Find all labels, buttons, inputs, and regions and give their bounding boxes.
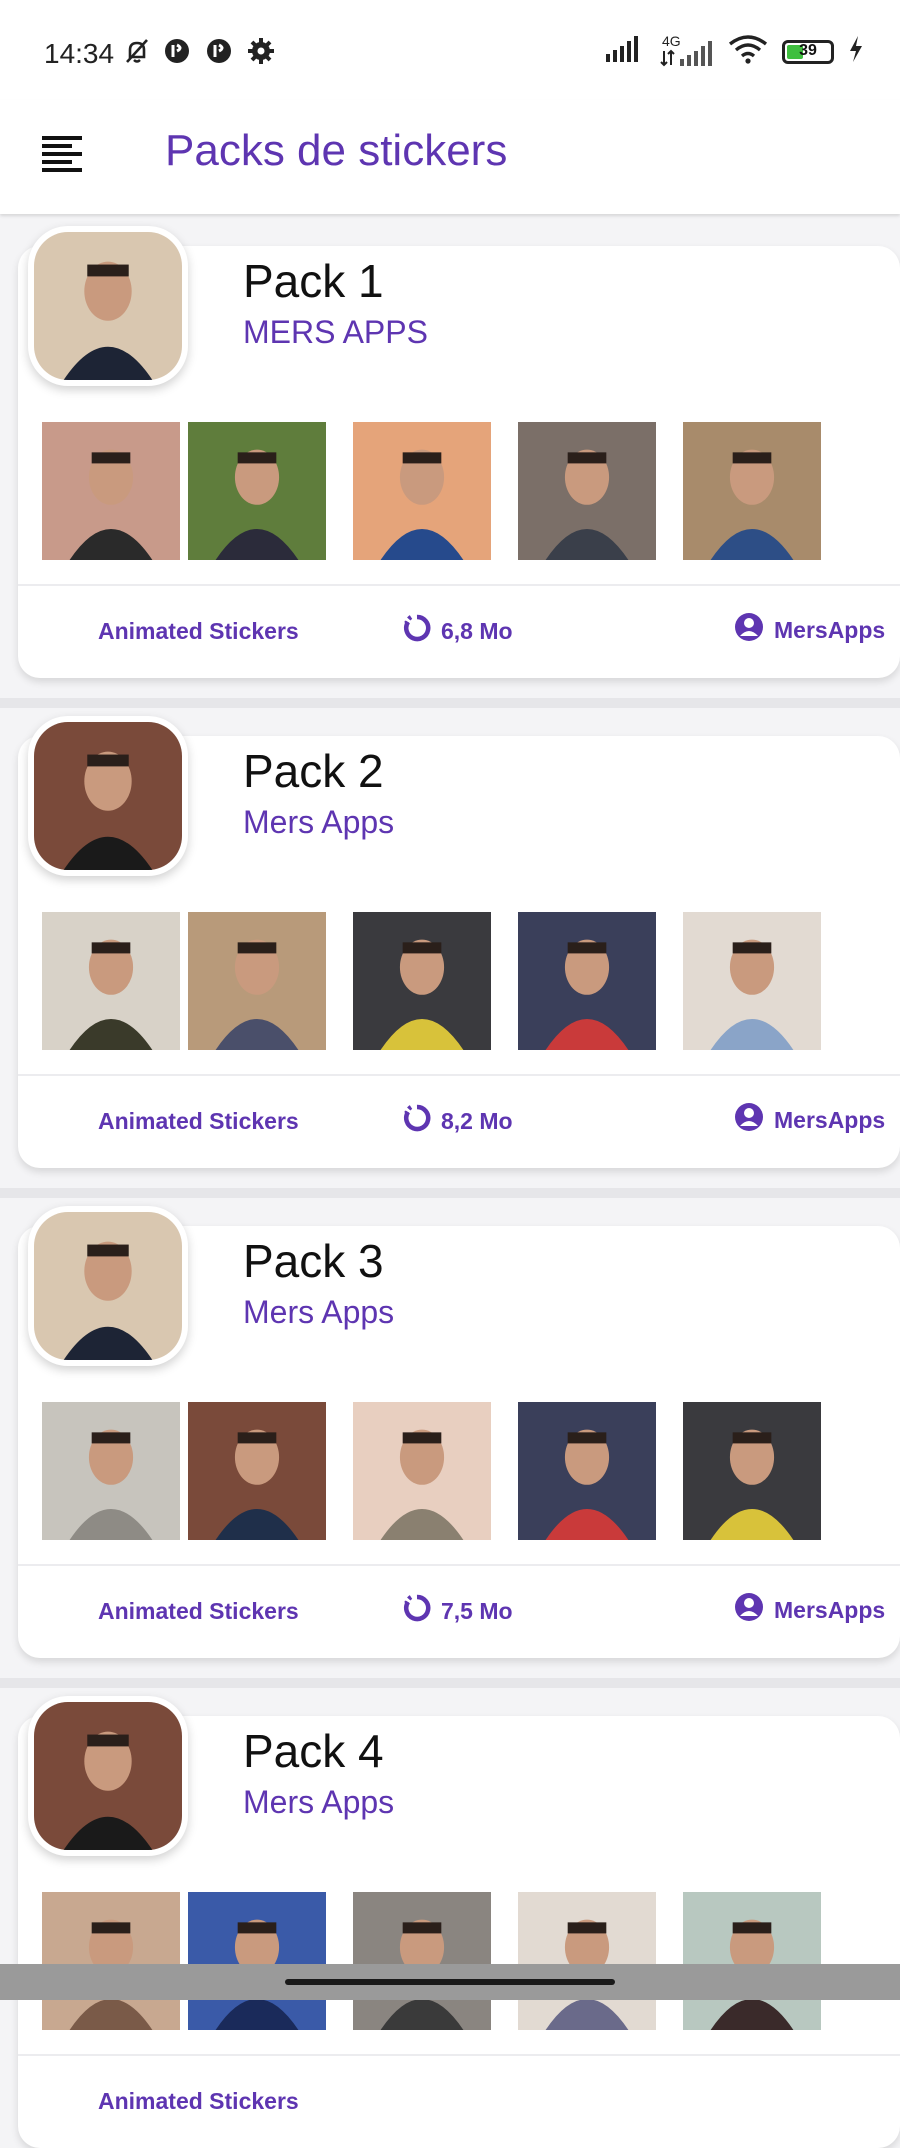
sticker-thumbnail[interactable] bbox=[188, 1402, 326, 1540]
pack-tray-icon[interactable] bbox=[28, 1696, 188, 1856]
sticker-thumbnail[interactable] bbox=[518, 1892, 656, 2030]
card-divider bbox=[18, 2054, 900, 2056]
list-separator bbox=[0, 1188, 900, 1198]
account-icon bbox=[734, 612, 764, 648]
pack-type-label: Animated Stickers bbox=[98, 618, 299, 645]
settings-gear-icon bbox=[246, 36, 276, 66]
size-ring-icon bbox=[403, 1104, 431, 1138]
pack-publisher: Mers Apps bbox=[243, 1294, 395, 1330]
mute-icon bbox=[122, 36, 152, 66]
list-separator bbox=[0, 1678, 900, 1688]
sticker-thumbnail[interactable] bbox=[683, 1892, 821, 2030]
sticker-thumbnail[interactable] bbox=[683, 1402, 821, 1540]
sticker-thumbnail[interactable] bbox=[518, 1402, 656, 1540]
pack-author[interactable]: MersApps bbox=[734, 1102, 885, 1138]
battery-level: 39 bbox=[799, 41, 817, 59]
notification-app-icon bbox=[162, 36, 192, 66]
pack-type-text: Animated Stickers bbox=[98, 1598, 299, 1624]
size-ring-icon bbox=[403, 614, 431, 648]
pack-tray-image bbox=[34, 1212, 182, 1360]
pack-author-text: MersApps bbox=[774, 1106, 886, 1133]
sticker-thumbnail[interactable] bbox=[42, 1892, 180, 2030]
pack-tray-icon[interactable] bbox=[28, 226, 188, 386]
sticker-thumbnail[interactable] bbox=[188, 1892, 326, 2030]
pack-tray-image bbox=[34, 722, 182, 870]
system-navigation-bar bbox=[0, 1964, 900, 2000]
status-time: 14:34 bbox=[44, 38, 115, 69]
sticker-thumbnail[interactable] bbox=[188, 422, 326, 560]
pack-publisher: Mers Apps bbox=[243, 1784, 395, 1820]
pack-size-text: 7,5 Mo bbox=[441, 1597, 513, 1624]
sticker-thumbnail[interactable] bbox=[683, 422, 821, 560]
sticker-thumbnail[interactable] bbox=[42, 422, 180, 560]
sticker-thumbnail[interactable] bbox=[353, 1892, 491, 2030]
pack-type-text: Animated Stickers bbox=[98, 2088, 299, 2114]
app-bar: Packs de stickers bbox=[0, 100, 900, 214]
pack-size-text: 8,2 Mo bbox=[441, 1107, 513, 1134]
wifi-icon bbox=[728, 34, 768, 69]
card-divider bbox=[18, 1074, 900, 1076]
sticker-thumbnail[interactable] bbox=[353, 1402, 491, 1540]
pack-publisher: MERS APPS bbox=[243, 314, 428, 350]
pack-name: Pack 2 bbox=[243, 745, 384, 797]
account-icon bbox=[734, 1102, 764, 1138]
page-title: Packs de stickers bbox=[165, 126, 508, 175]
pack-size: 7,5 Mo bbox=[403, 1594, 513, 1628]
pack-size: 6,8 Mo bbox=[403, 614, 513, 648]
pack-type-label: Animated Stickers bbox=[98, 1598, 299, 1625]
pack-author-text: MersApps bbox=[774, 1596, 886, 1623]
hamburger-menu-icon[interactable] bbox=[40, 130, 90, 180]
pack-tray-image bbox=[34, 232, 182, 380]
sticker-thumbnail[interactable] bbox=[683, 912, 821, 1050]
pack-size-text: 6,8 Mo bbox=[441, 617, 513, 644]
battery-icon: 39 bbox=[782, 39, 834, 64]
sticker-thumbnail[interactable] bbox=[42, 912, 180, 1050]
pack-name: Pack 4 bbox=[243, 1725, 384, 1777]
pack-author[interactable]: MersApps bbox=[734, 1592, 885, 1628]
sticker-thumbnail[interactable] bbox=[353, 422, 491, 560]
card-divider bbox=[18, 584, 900, 586]
pack-name: Pack 3 bbox=[243, 1235, 384, 1287]
sticker-thumbnail[interactable] bbox=[518, 912, 656, 1050]
status-bar: 14:34 4G 39 bbox=[0, 0, 900, 100]
pack-type-text: Animated Stickers bbox=[98, 1108, 299, 1134]
sticker-thumbnail[interactable] bbox=[353, 912, 491, 1050]
signal-icon bbox=[604, 34, 644, 69]
pack-tray-icon[interactable] bbox=[28, 716, 188, 876]
pack-tray-image bbox=[34, 1702, 182, 1850]
charging-bolt-icon bbox=[848, 35, 864, 68]
pack-type-label: Animated Stickers bbox=[98, 1108, 299, 1135]
pack-author-text: MersApps bbox=[774, 616, 886, 643]
pack-author[interactable]: MersApps bbox=[734, 612, 885, 648]
home-gesture-handle[interactable] bbox=[285, 1979, 615, 1985]
pack-name: Pack 1 bbox=[243, 255, 384, 307]
list-separator bbox=[0, 698, 900, 708]
sticker-thumbnail[interactable] bbox=[188, 912, 326, 1050]
account-icon bbox=[734, 1592, 764, 1628]
pack-type-label: Animated Stickers bbox=[98, 2088, 299, 2115]
card-divider bbox=[18, 1564, 900, 1566]
pack-type-text: Animated Stickers bbox=[98, 618, 299, 644]
pack-tray-icon[interactable] bbox=[28, 1206, 188, 1366]
sticker-thumbnail[interactable] bbox=[518, 422, 656, 560]
pack-size: 8,2 Mo bbox=[403, 1104, 513, 1138]
pack-publisher: Mers Apps bbox=[243, 804, 395, 840]
notification-app-icon bbox=[204, 36, 234, 66]
sticker-thumbnail[interactable] bbox=[42, 1402, 180, 1540]
signal-4g-icon: 4G bbox=[658, 33, 714, 69]
size-ring-icon bbox=[403, 1594, 431, 1628]
